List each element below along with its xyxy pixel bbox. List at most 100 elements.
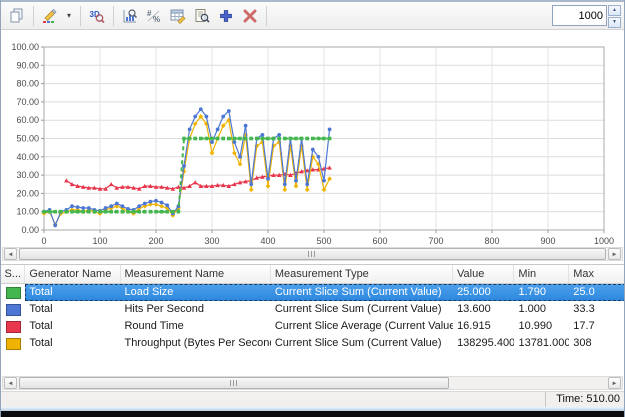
cell-value: 25.000 <box>453 284 515 301</box>
cell-measurement-name: Throughput (Bytes Per Second) <box>124 337 271 349</box>
status-bar: Time: 510.00 <box>1 391 624 408</box>
svg-text:900: 900 <box>540 236 555 246</box>
chevron-down-icon[interactable]: ▾ <box>63 5 75 27</box>
svg-text:600: 600 <box>372 236 387 246</box>
measurements-table: S... Generator Name Measurement Name Mea… <box>1 264 624 376</box>
scrollbar-grip <box>308 251 317 257</box>
svg-text:300: 300 <box>204 236 219 246</box>
cell-min: 1.000 <box>518 303 546 315</box>
column-header-measurement-type[interactable]: Measurement Type <box>271 265 453 283</box>
chart-panel: 0.00 10.00 20.00 30.00 40.00 50.00 60.00 70.00 8… <box>1 30 625 246</box>
measurements-line-chart[interactable]: 0.00 10.00 20.00 30.00 40.00 50.00 60.00 70.00 8… <box>1 30 625 246</box>
column-header-measurement-name[interactable]: Measurement Name <box>121 265 271 283</box>
svg-text:40.00: 40.00 <box>16 152 39 162</box>
cell-value: 138295.400 <box>457 337 515 349</box>
svg-text:400: 400 <box>260 236 275 246</box>
column-header-max[interactable]: Max <box>569 265 624 283</box>
svg-text:80.00: 80.00 <box>16 79 39 89</box>
svg-text:90.00: 90.00 <box>16 60 39 70</box>
scroll-left-icon[interactable]: ◄ <box>4 248 17 260</box>
cell-scale <box>1 301 25 318</box>
cell-generator-name: Total <box>29 303 53 315</box>
window-frame-bottom <box>1 411 624 417</box>
cell-measurement-type: Current Slice Sum (Current Value) <box>270 284 454 301</box>
add-icon[interactable] <box>215 5 237 27</box>
svg-text:%: % <box>153 15 160 24</box>
cell-scale <box>1 335 25 352</box>
svg-text:1000: 1000 <box>594 236 614 246</box>
cell-max: 25.0 <box>569 284 624 301</box>
cell-scale <box>1 284 25 301</box>
svg-text:100.00: 100.00 <box>11 42 39 52</box>
column-header-min[interactable]: Min <box>514 265 570 283</box>
cell-measurement-name: Hits Per Second <box>124 303 204 315</box>
cell-measurement-type: Current Slice Sum (Current Value) <box>274 337 442 349</box>
scroll-right-icon[interactable]: ► <box>608 248 621 260</box>
range-spinner-input[interactable] <box>552 5 607 26</box>
svg-text:50.00: 50.00 <box>16 134 39 144</box>
cell-generator-name: Total <box>29 337 53 349</box>
table-row[interactable]: Total Hits Per Second Current Slice Sum (C… <box>1 301 624 318</box>
table-scrollbar-track[interactable] <box>18 377 607 389</box>
cell-value: 16.915 <box>457 320 491 332</box>
range-spinner: ▲ ▼ <box>552 5 621 28</box>
cell-max: 17.7 <box>573 320 595 332</box>
series-color-swatch <box>5 286 21 299</box>
table-body: Total Load Size Current Slice Sum (Current… <box>1 284 624 352</box>
chart-scrollbar-track[interactable] <box>18 248 607 260</box>
series-color-swatch <box>5 303 21 316</box>
svg-text:#: # <box>147 9 152 18</box>
cell-measurement-type: Current Slice Sum (Current Value) <box>274 303 442 315</box>
svg-text:700: 700 <box>428 236 443 246</box>
cell-min: 10.990 <box>518 320 553 332</box>
zoom-3d-icon[interactable]: 3D <box>86 5 108 27</box>
cell-max: 33.3 <box>573 303 595 315</box>
table-row[interactable]: Total Load Size Current Slice Sum (Current… <box>1 284 624 301</box>
toolbar-separator <box>33 5 34 26</box>
svg-text:200: 200 <box>148 236 163 246</box>
status-time: Time: 510.00 <box>545 392 624 408</box>
table-hscrollbar[interactable]: ◄ ► <box>2 376 623 390</box>
chart-scrollbar-thumb[interactable] <box>19 248 606 260</box>
scroll-right-icon[interactable]: ► <box>608 377 621 389</box>
svg-text:20.00: 20.00 <box>16 188 39 198</box>
table-row[interactable]: Total Round Time Current Slice Average (Cu… <box>1 318 624 335</box>
cell-value: 13.600 <box>457 303 491 315</box>
cell-measurement-name: Load Size <box>120 284 271 301</box>
cell-measurement-type: Current Slice Average (Current Value) <box>274 320 454 332</box>
chart-zoom-icon[interactable] <box>119 5 141 27</box>
svg-text:0.00: 0.00 <box>21 225 39 235</box>
table-row[interactable]: Total Throughput (Bytes Per Second) Curren… <box>1 335 624 352</box>
svg-text:60.00: 60.00 <box>16 115 39 125</box>
cell-generator-name: Total <box>29 320 53 332</box>
table-scrollbar-thumb[interactable] <box>19 377 449 389</box>
cell-generator-name: Total <box>25 284 121 301</box>
cell-max: 308 <box>573 337 592 349</box>
cell-measurement-name: Round Time <box>124 320 184 332</box>
toolbar-separator <box>80 5 81 26</box>
series-color-swatch <box>5 320 21 333</box>
svg-text:10.00: 10.00 <box>16 207 39 217</box>
column-header-value[interactable]: Value <box>453 265 515 283</box>
column-header-scale[interactable]: S... <box>1 265 26 283</box>
measurement-monitor-window: ▾ 3D # % 1000 ▲ ▼ 0.00 10.00 20.00 30.00… <box>0 0 625 417</box>
toolbar-separator <box>266 5 267 26</box>
svg-text:70.00: 70.00 <box>16 97 39 107</box>
chart-hscrollbar[interactable]: ◄ ► <box>2 247 623 261</box>
svg-text:800: 800 <box>484 236 499 246</box>
edit-chart-icon[interactable] <box>39 5 61 27</box>
cell-min: 1.790 <box>514 284 570 301</box>
toolbar: ▾ 3D # % 1000 ▲ ▼ <box>1 2 624 30</box>
spinner-down-icon[interactable]: ▼ <box>608 17 621 28</box>
spinner-up-icon[interactable]: ▲ <box>608 5 621 16</box>
preview-icon[interactable] <box>191 5 213 27</box>
delete-icon[interactable] <box>239 5 261 27</box>
column-header-generator-name[interactable]: Generator Name <box>25 265 121 283</box>
cell-min: 13781.000 <box>518 337 570 349</box>
scroll-left-icon[interactable]: ◄ <box>4 377 17 389</box>
number-format-icon[interactable]: # % <box>143 5 165 27</box>
copy-icon[interactable] <box>6 5 28 27</box>
edit-table-icon[interactable] <box>167 5 189 27</box>
series-color-swatch <box>5 337 21 350</box>
toolbar-separator <box>113 5 114 26</box>
